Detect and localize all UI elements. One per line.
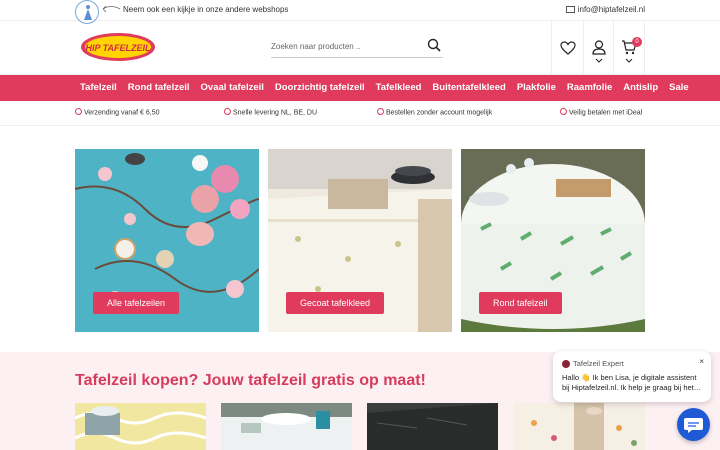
- search-input[interactable]: [271, 36, 421, 57]
- chat-open-button[interactable]: [677, 408, 710, 441]
- header: HIP TAFELZEIL 0: [0, 21, 720, 75]
- chat-agent-name: Tafelzeil Expert: [573, 359, 624, 368]
- nav-item-sale[interactable]: Sale: [669, 75, 689, 101]
- wishlist-button[interactable]: [551, 21, 583, 75]
- check-icon: [560, 108, 567, 115]
- category-tile-coated[interactable]: Gecoat tafelkleed: [268, 149, 452, 332]
- mail-icon: [565, 6, 575, 14]
- main-nav: Tafelzeil Rond tafelzeil Ovaal tafelzeil…: [0, 75, 720, 101]
- check-icon: [224, 108, 231, 115]
- nav-item-rond-tafelzeil[interactable]: Rond tafelzeil: [128, 75, 190, 101]
- nav-item-tafelkleed[interactable]: Tafelkleed: [376, 75, 422, 101]
- account-button[interactable]: [583, 21, 613, 75]
- clear-tablecloth-image: [221, 403, 352, 450]
- check-icon: [377, 108, 384, 115]
- usp-item: Veilig betalen met iDeal: [560, 108, 643, 117]
- chat-message: Hallo 👋 Ik ben Lisa, je digitale assiste…: [562, 373, 702, 392]
- usp-item: Bestellen zonder account mogelijk: [377, 108, 493, 117]
- chat-close-button[interactable]: ×: [699, 357, 704, 366]
- top-bar: Neem ook een kijkje in onze andere websh…: [0, 0, 720, 24]
- all-tafelzeilen-button[interactable]: Alle tafelzeilen: [93, 292, 180, 314]
- product-thumb[interactable]: [75, 403, 206, 450]
- heart-icon: [560, 41, 576, 55]
- chat-popup[interactable]: Tafelzeil Expert × Hallo 👋 Ik ben Lisa, …: [553, 351, 711, 402]
- product-thumb[interactable]: [514, 403, 645, 450]
- category-tile-round[interactable]: Rond tafelzeil: [461, 149, 645, 332]
- curved-arrow-icon: [102, 5, 121, 13]
- nav-item-tafelzeil[interactable]: Tafelzeil: [80, 75, 117, 101]
- nav-item-plakfolie[interactable]: Plakfolie: [517, 75, 556, 101]
- nav-item-buitentafelkleed[interactable]: Buitentafelkleed: [432, 75, 505, 101]
- chat-icon: [684, 418, 703, 433]
- user-icon: [592, 40, 606, 63]
- usp-text: Bestellen zonder account mogelijk: [386, 109, 493, 117]
- cart-count-badge: 0: [632, 37, 642, 47]
- coated-tablecloth-button[interactable]: Gecoat tafelkleed: [286, 292, 385, 314]
- brand-logo[interactable]: HIP TAFELZEIL: [80, 31, 156, 63]
- agent-avatar: [562, 360, 570, 369]
- usp-text: Verzending vanaf € 6,50: [84, 109, 160, 117]
- usp-bar: Verzending vanaf € 6,50 Snelle levering …: [0, 101, 720, 126]
- brand-name: HIP TAFELZEIL: [86, 43, 151, 53]
- other-shops-link[interactable]: Neem ook een kijkje in onze andere websh…: [123, 5, 288, 14]
- usp-text: Veilig betalen met iDeal: [569, 109, 643, 117]
- search-bar: [271, 36, 443, 58]
- black-tablecloth-image: [367, 403, 498, 450]
- floral-tablecloth-thumb-image: [514, 403, 645, 450]
- nav-item-doorzichtig-tafelzeil[interactable]: Doorzichtig tafelzeil: [275, 75, 365, 101]
- nav-item-antislip[interactable]: Antislip: [623, 75, 658, 101]
- product-thumb[interactable]: [367, 403, 498, 450]
- round-tafelzeil-button[interactable]: Rond tafelzeil: [479, 292, 562, 314]
- promo-title: Tafelzeil kopen? Jouw tafelzeil gratis o…: [75, 372, 426, 389]
- nav-item-ovaal-tafelzeil[interactable]: Ovaal tafelzeil: [201, 75, 264, 101]
- nav-item-raamfolie[interactable]: Raamfolie: [567, 75, 612, 101]
- figure-icon: [84, 5, 92, 20]
- search-icon[interactable]: [427, 38, 441, 52]
- product-thumb[interactable]: [221, 403, 352, 450]
- yellow-pattern-image: [75, 403, 206, 450]
- email-text: info@hiptafelzeil.nl: [577, 5, 645, 14]
- usp-item: Snelle levering NL, BE, DU: [224, 108, 318, 117]
- cart-button[interactable]: [613, 21, 645, 75]
- chat-agent: Tafelzeil Expert: [562, 359, 624, 369]
- check-icon: [75, 108, 82, 115]
- usp-text: Snelle levering NL, BE, DU: [233, 109, 318, 117]
- email-link[interactable]: info@hiptafelzeil.nl: [565, 5, 645, 14]
- usp-item: Verzending vanaf € 6,50: [75, 108, 160, 117]
- category-tile-all[interactable]: Alle tafelzeilen: [75, 149, 259, 332]
